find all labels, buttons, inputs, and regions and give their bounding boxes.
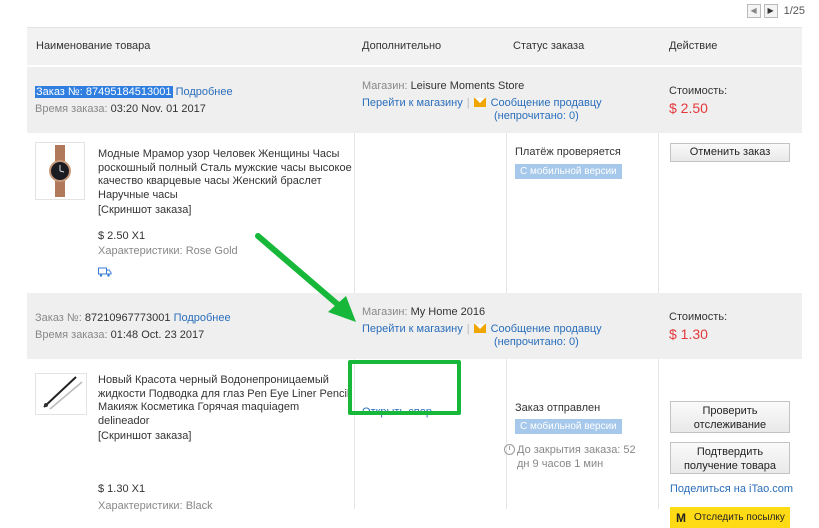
eyeliner-image [43, 376, 83, 410]
order-status: Платёж проверяется [515, 146, 621, 158]
track-shipment-button[interactable]: Проверить отслеживание [670, 401, 790, 433]
screenshot-link[interactable]: [Скриншот заказа] [98, 204, 191, 216]
header-extra: Дополнительно [362, 40, 442, 52]
order-number: 87210967773001 [84, 312, 171, 324]
pagination: ◀ ▶ 1/25 [746, 4, 805, 18]
table-header: Наименование товара Дополнительно Статус… [27, 27, 802, 65]
clock-icon [504, 444, 515, 455]
store-name: My Home 2016 [410, 306, 486, 318]
truck-icon[interactable] [98, 267, 112, 277]
order-cost: $ 1.30 [669, 326, 708, 342]
annotation-highlight-box [348, 360, 461, 415]
product-thumbnail-watch[interactable] [35, 142, 85, 200]
order-item: Модные Мрамор узор Человек Женщины Часы … [27, 133, 802, 293]
mobile-version-badge: С мобильной версии [515, 164, 622, 179]
order-details-link[interactable]: Подробнее [176, 86, 233, 98]
order-status: Заказ отправлен [515, 402, 601, 414]
countdown-text: До закрытия заказа: 52 дн 9 часов 1 мин [517, 444, 636, 470]
header-action: Действие [669, 40, 718, 52]
header-product: Наименование товара [36, 40, 151, 52]
watch-image [49, 145, 71, 197]
goto-store-link[interactable]: Перейти к магазину [362, 323, 463, 335]
product-title-link[interactable]: Модные Мрамор узор Человек Женщины Часы … [98, 148, 353, 202]
order-time: Время заказа: 03:20 Nov. 01 2017 [35, 103, 206, 115]
characteristics: Характеристики: Rose Gold [98, 245, 238, 257]
characteristics: Характеристики: Black [98, 500, 213, 512]
prev-page-button[interactable]: ◀ [746, 4, 761, 18]
header-status: Статус заказа [513, 40, 585, 52]
store-name: Leisure Moments Store [410, 80, 525, 92]
cancel-order-button[interactable]: Отменить заказ [670, 143, 790, 162]
message-seller-link[interactable]: Сообщение продавцу [491, 323, 602, 335]
unread-count[interactable]: (непрочитано: 0) [494, 110, 579, 122]
mail-icon [473, 98, 486, 107]
share-itao-link[interactable]: Поделиться на iTao.com [670, 483, 793, 495]
unread-count[interactable]: (непрочитано: 0) [494, 336, 579, 348]
order-number[interactable]: Заказ №: 87495184513001 [35, 86, 173, 98]
store-line: Магазин: Leisure Moments Store [362, 80, 525, 92]
confirm-receipt-button[interactable]: Подтвердить получение товара [670, 442, 790, 474]
page-count: 1/25 [783, 5, 805, 17]
track-parcel-button[interactable]: M Отследить посылку [670, 507, 790, 528]
screenshot-link[interactable]: [Скриншот заказа] [98, 430, 191, 442]
store-line: Магазин: My Home 2016 [362, 306, 486, 318]
message-seller-link[interactable]: Сообщение продавцу [491, 97, 602, 109]
order-header: Заказ №: 87495184513001 Подробнее Время … [27, 67, 802, 133]
order-header: Заказ №: 87210967773001 Подробнее Время … [27, 293, 802, 359]
product-thumbnail-eyeliner[interactable] [35, 373, 87, 415]
product-title-link[interactable]: Новый Красота черный Водонепроницаемый ж… [98, 374, 353, 428]
mobile-version-badge: С мобильной версии [515, 419, 622, 434]
order-details-link[interactable]: Подробнее [174, 312, 231, 324]
cost-label: Стоимость: [669, 311, 728, 323]
goto-store-link[interactable]: Перейти к магазину [362, 97, 463, 109]
price-qty: $ 1.30 X1 [98, 483, 146, 495]
order-time: Время заказа: 01:48 Oct. 23 2017 [35, 329, 205, 341]
cost-label: Стоимость: [669, 85, 728, 97]
yandex-logo-icon: M [676, 510, 686, 525]
next-page-button[interactable]: ▶ [763, 4, 778, 18]
price-qty: $ 2.50 X1 [98, 230, 146, 242]
mail-icon [473, 324, 486, 333]
orders-table: Наименование товара Дополнительно Статус… [27, 27, 802, 528]
order-cost: $ 2.50 [669, 100, 708, 116]
